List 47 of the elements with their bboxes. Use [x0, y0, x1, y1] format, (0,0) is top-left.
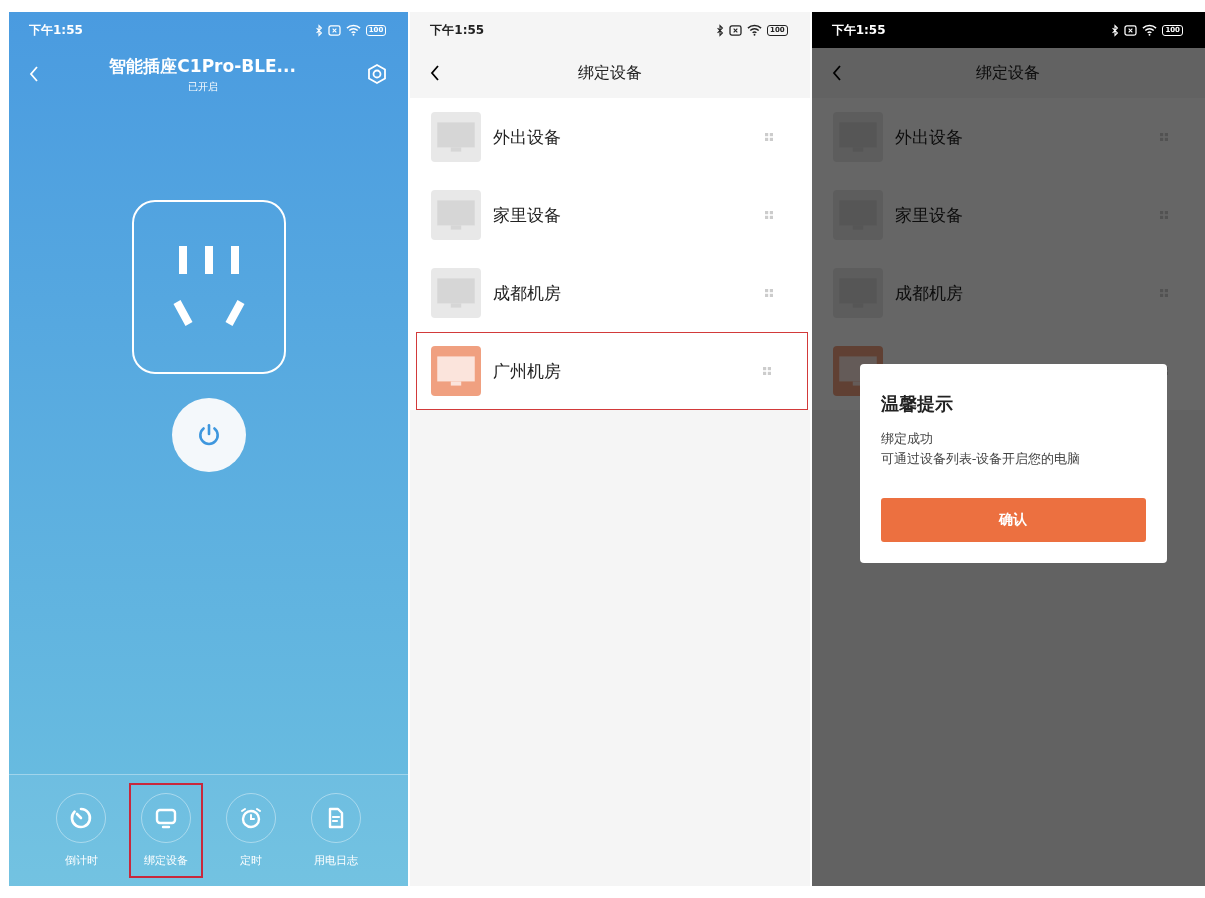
screen-title: 绑定设备 — [976, 62, 1041, 84]
timer-icon — [69, 806, 94, 830]
settings-icon[interactable] — [366, 63, 389, 85]
monitor-icon — [154, 806, 179, 830]
action-button[interactable]: 定时 — [214, 783, 289, 878]
status-time: 下午1:55 — [430, 21, 485, 39]
device-item[interactable]: 家里设备 — [410, 176, 810, 254]
wifi-icon — [1142, 24, 1158, 36]
screen-title: 绑定设备 — [578, 62, 642, 84]
device-name: 广州机房 — [493, 359, 563, 383]
device-status: 已开启 — [187, 79, 218, 94]
back-icon[interactable] — [430, 65, 441, 81]
action-button[interactable]: 绑定设备 — [129, 783, 204, 878]
bluetooth-icon — [1111, 23, 1120, 37]
sim-icon — [729, 24, 743, 36]
device-name: 家里设备 — [493, 203, 563, 227]
device-item[interactable]: 广州机房 — [416, 332, 808, 410]
dialog-message: 可通过设备列表-设备开启您的电脑 — [880, 450, 1082, 468]
device-name: 家里设备 — [894, 203, 964, 227]
sim-icon — [1124, 24, 1138, 36]
dialog-title: 温馨提示 — [880, 392, 954, 416]
device-title: 智能插座C1Pro-BLE... — [109, 54, 296, 78]
bluetooth-icon — [716, 23, 725, 37]
grid-icon[interactable] — [764, 289, 773, 297]
action-button[interactable]: 倒计时 — [44, 783, 119, 878]
confirm-button[interactable]: 确认 — [880, 498, 1146, 542]
wifi-icon — [345, 24, 361, 36]
alarm-clock-icon — [239, 806, 264, 830]
device-name: 外出设备 — [493, 125, 563, 149]
wifi-icon — [747, 24, 763, 36]
action-button[interactable]: 用电日志 — [298, 783, 373, 878]
grid-icon[interactable] — [764, 133, 773, 141]
device-name: 成都机房 — [894, 281, 964, 305]
device-item[interactable]: 外出设备 — [410, 98, 810, 176]
device-item[interactable]: 家里设备 — [811, 176, 1205, 254]
device-item[interactable]: 成都机房 — [410, 254, 810, 332]
device-item[interactable]: 成都机房 — [811, 254, 1205, 332]
status-time: 下午1:55 — [29, 21, 83, 39]
status-time: 下午1:55 — [831, 21, 886, 39]
grid-icon[interactable] — [764, 211, 773, 219]
grid-icon[interactable] — [762, 367, 771, 375]
bluetooth-icon — [314, 23, 323, 37]
device-item[interactable]: 外出设备 — [811, 98, 1205, 176]
dialog-message: 绑定成功 — [880, 430, 934, 448]
sim-icon — [327, 24, 341, 36]
device-name: 成都机房 — [493, 281, 563, 305]
device-name: 外出设备 — [894, 125, 964, 149]
